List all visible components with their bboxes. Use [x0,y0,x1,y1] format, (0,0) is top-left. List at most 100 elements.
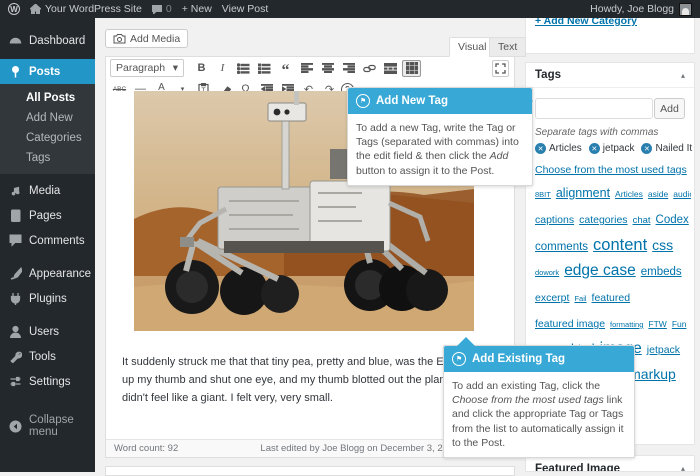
bold-button[interactable]: B [192,60,211,77]
strikethrough-button[interactable]: ABC [110,81,129,98]
tag-cloud-item[interactable]: 8BIT [535,190,551,199]
toolbar-toggle-icon [405,62,418,74]
sidebar-item-users[interactable]: Users [0,319,95,344]
sidebar-item-settings[interactable]: Settings [0,369,95,394]
posts-pin-icon [12,66,19,78]
paragraph-select[interactable]: Paragraph ▾ [110,59,184,77]
fullscreen-icon [495,63,506,74]
tag-cloud-item[interactable]: embeds [641,266,682,278]
tags-box-header[interactable]: Tags ▴ [526,63,694,88]
tag-chip[interactable]: ✕ Nailed It [641,143,692,154]
site-name-menu[interactable]: Your WordPress Site [30,3,142,15]
italic-button[interactable]: I [213,60,232,77]
add-media-button[interactable]: Add Media [105,29,189,48]
sidebar-item-categories[interactable]: Categories [0,128,95,148]
tags-box-title: Tags [535,69,561,81]
tag-cloud-item[interactable]: comments [535,241,588,253]
comments-menu[interactable]: 0 [151,3,172,15]
home-icon [30,4,41,14]
admin-bar: W Your WordPress Site 0 + New View Post … [0,0,700,18]
tag-cloud-item[interactable]: edge case [564,262,636,279]
sidebar-item-tools[interactable]: Tools [0,344,95,369]
remove-tag-icon[interactable]: ✕ [535,143,546,154]
align-right-icon [342,63,355,73]
admin-sidebar: Dashboard Posts All Posts Add New Catego… [0,18,95,472]
tag-cloud-item[interactable]: excerpt [535,292,569,304]
sidebar-item-add-new[interactable]: Add New [0,108,95,128]
tag-cloud-item[interactable]: Codex [656,214,689,226]
tag-cloud-item[interactable]: FTW [648,319,666,329]
sidebar-item-comments[interactable]: Comments [0,228,95,253]
tag-cloud-item[interactable]: jetpack [647,344,680,356]
featured-image-header[interactable]: Featured Image ▴ [526,456,694,472]
sidebar-item-appearance[interactable]: Appearance [0,261,95,286]
tag-cloud-item[interactable]: formatting [610,320,643,329]
collapse-toggle-icon[interactable]: ▴ [681,71,685,80]
tag-cloud-item[interactable]: aside [648,189,668,199]
tag-cloud-item[interactable]: featured image [535,318,605,330]
collapse-menu-button[interactable]: Collapse menu [0,408,95,444]
sidebar-item-plugins[interactable]: Plugins [0,286,95,311]
tab-text[interactable]: Text [489,37,527,57]
tag-cloud-item[interactable]: Fail [574,294,586,303]
plugins-plug-icon [10,293,21,305]
camera-icon [113,34,126,44]
choose-most-used-link[interactable]: Choose from the most used tags [535,164,687,176]
blockquote-button[interactable]: “ [276,60,295,79]
comment-bubble-icon [151,4,162,14]
collapse-toggle-icon[interactable]: ▴ [681,464,685,471]
tag-chip[interactable]: ✕ jetpack [588,143,634,154]
wordpress-logo-icon[interactable]: W [8,3,20,15]
sidebar-item-all-posts[interactable]: All Posts [0,88,95,108]
sidebar-item-dashboard[interactable]: Dashboard [0,28,95,53]
view-post-link[interactable]: View Post [222,3,269,15]
kitchen-sink-button[interactable] [402,59,421,77]
link-icon [363,64,376,72]
tag-chips: ✕ Articles ✕ jetpack ✕ Nailed It [535,143,692,154]
howdy-label[interactable]: Howdy, Joe Blogg [590,3,674,15]
tag-cloud-item[interactable]: captions [535,214,574,226]
tooltip-add-existing-tag: ⚑ Add Existing Tag To add an existing Ta… [443,337,635,458]
sidebar-item-pages[interactable]: Pages [0,203,95,228]
tag-cloud-item[interactable]: alignment [556,186,610,200]
tag-input[interactable] [535,98,653,119]
link-button[interactable] [360,60,379,77]
sidebar-item-media[interactable]: Media [0,178,95,203]
tooltip-add-new-tag: ⚑ Add New Tag To add a new Tag, write th… [347,87,533,186]
tag-cloud-item[interactable]: content [593,236,647,254]
tooltip-header: ⚑ Add Existing Tag [444,346,634,372]
tooltip-header: ⚑ Add New Tag [348,88,533,114]
align-right-button[interactable] [339,60,358,77]
bullet-list-button[interactable] [234,60,253,77]
tag-cloud-item[interactable]: chat [633,215,651,226]
appearance-brush-icon [10,267,22,280]
align-left-button[interactable] [297,60,316,77]
featured-image-title: Featured Image [535,462,620,472]
word-count: Word count: 92 [114,443,179,454]
tag-cloud-item[interactable]: Articles [615,189,643,199]
tag-cloud-item[interactable]: Fun [672,319,687,329]
avatar[interactable] [679,2,692,16]
sidebar-item-posts[interactable]: Posts [0,59,95,84]
tag-cloud-item[interactable]: audio [673,189,691,199]
tag-cloud-item[interactable]: featured [592,292,631,304]
new-menu[interactable]: + New [182,3,212,15]
chevron-down-icon: ▾ [172,62,178,74]
tag-cloud-item[interactable]: css [652,237,673,253]
tag-cloud-item[interactable]: dowork [535,268,559,277]
more-tag-button[interactable] [381,60,400,77]
tag-chip[interactable]: ✕ Articles [535,143,582,154]
site-name-label: Your WordPress Site [45,3,142,15]
numbered-list-icon [258,63,271,74]
tag-cloud-item[interactable]: markup [629,366,676,382]
remove-tag-icon[interactable]: ✕ [641,143,653,154]
sidebar-item-tags[interactable]: Tags [0,148,95,168]
align-center-button[interactable] [318,60,337,77]
tooltip-title: Add Existing Tag [472,353,566,365]
fullscreen-button[interactable] [492,60,509,77]
tag-cloud-item[interactable]: categories [579,214,627,226]
tag-add-button[interactable]: Add [654,98,685,119]
remove-tag-icon[interactable]: ✕ [588,143,600,154]
numbered-list-button[interactable] [255,60,274,77]
editor-toolbar-row1: Paragraph ▾ B I “ [106,57,514,79]
